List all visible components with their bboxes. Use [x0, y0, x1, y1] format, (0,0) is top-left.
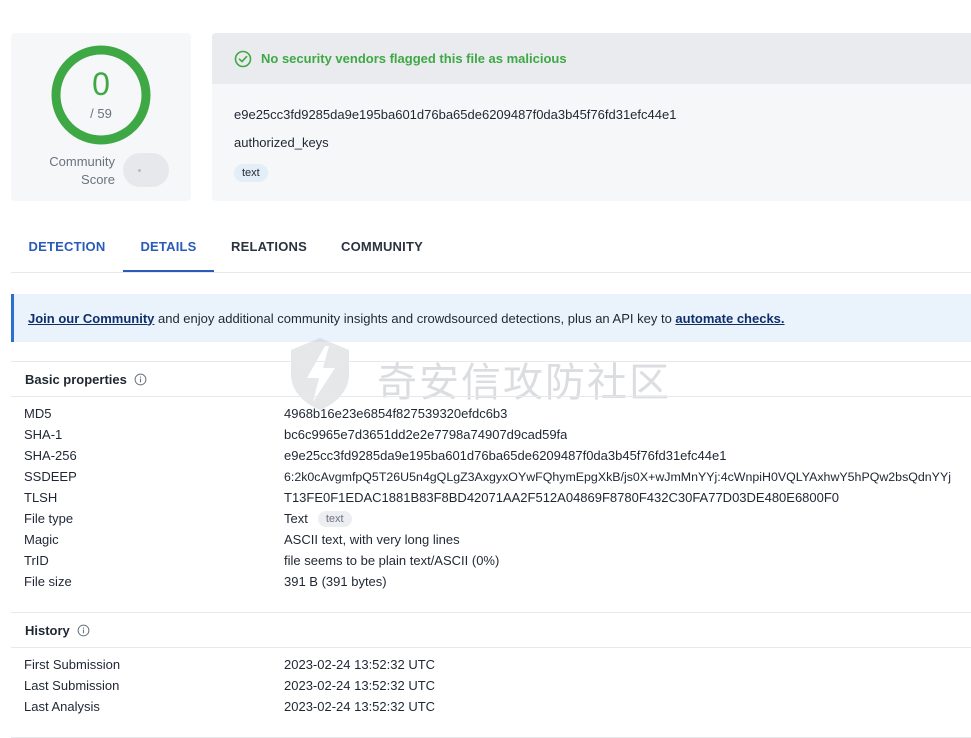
tab-details[interactable]: DETAILS: [123, 226, 214, 272]
property-key: File type: [24, 511, 74, 526]
file-name: authorized_keys: [234, 135, 329, 150]
property-key: MD5: [24, 406, 52, 421]
detection-count: 0: [92, 66, 110, 102]
history-row-last-analysis: Last Analysis 2023-02-24 13:52:32 UTC: [24, 696, 971, 717]
property-value[interactable]: e9e25cc3fd9285da9e195ba601d76ba65de62094…: [284, 448, 726, 463]
verdict-banner: No security vendors flagged this file as…: [212, 33, 971, 84]
community-vote-widget[interactable]: [123, 153, 169, 187]
property-row-md5: MD5 4968b16e23e6854f827539320efdc6b3: [24, 403, 971, 424]
report-tabs: DETECTION DETAILS RELATIONS COMMUNITY: [11, 226, 971, 273]
history-value: 2023-02-24 13:52:32 UTC: [284, 678, 436, 693]
property-value[interactable]: 4968b16e23e6854f827539320efdc6b3: [284, 406, 507, 421]
property-key: TrID: [24, 553, 49, 568]
tab-detection[interactable]: DETECTION: [21, 226, 113, 270]
community-score-label: Community Score: [49, 154, 115, 187]
basic-properties-title: Basic properties: [25, 371, 127, 387]
history-list: First Submission 2023-02-24 13:52:32 UTC…: [24, 654, 971, 717]
property-key: SHA-256: [24, 448, 77, 463]
property-row-trid: TrID file seems to be plain text/ASCII (…: [24, 550, 971, 571]
property-value: Text: [284, 511, 308, 526]
file-summary-card: No security vendors flagged this file as…: [212, 33, 971, 201]
basic-properties-header: Basic properties: [11, 361, 971, 397]
join-community-banner: Join our Community and enjoy additional …: [11, 294, 971, 342]
property-key: TLSH: [24, 490, 58, 505]
property-row-magic: Magic ASCII text, with very long lines: [24, 529, 971, 550]
verdict-message: No security vendors flagged this file as…: [261, 51, 567, 66]
property-value: file seems to be plain text/ASCII (0%): [284, 553, 500, 568]
property-key: File size: [24, 574, 72, 589]
history-key: Last Submission: [24, 678, 120, 693]
join-community-link[interactable]: Join our Community: [28, 311, 154, 326]
property-value[interactable]: bc6c9965e7d3651dd2e2e7798a74907d9cad59fa: [284, 427, 567, 442]
property-key: SHA-1: [24, 427, 63, 442]
property-key: SSDEEP: [24, 469, 77, 484]
history-key: First Submission: [24, 657, 121, 672]
tab-community[interactable]: COMMUNITY: [336, 226, 428, 270]
info-icon[interactable]: [134, 373, 147, 386]
history-value: 2023-02-24 13:52:32 UTC: [284, 657, 436, 672]
file-hash[interactable]: e9e25cc3fd9285da9e195ba601d76ba65de62094…: [234, 107, 676, 122]
property-row-file-size: File size 391 B (391 bytes): [24, 571, 971, 592]
property-row-ssdeep: SSDEEP 6:2k0cAvgmfpQ5T26U5n4gQLgZ3AxgyxO…: [24, 466, 971, 487]
property-row-tlsh: TLSH T13FE0F1EDAC1881B83F8BD42071AA2F512…: [24, 487, 971, 508]
tab-relations[interactable]: RELATIONS: [223, 226, 315, 270]
basic-properties-list: MD5 4968b16e23e6854f827539320efdc6b3 SHA…: [24, 403, 971, 592]
info-icon[interactable]: [77, 624, 90, 637]
property-value[interactable]: 6:2k0cAvgmfpQ5T26U5n4gQLgZ3AxgyxOYwFQhym…: [284, 470, 951, 484]
property-value: 391 B (391 bytes): [284, 574, 387, 589]
join-banner-text: and enjoy additional community insights …: [154, 310, 676, 326]
property-key: Magic: [24, 532, 59, 547]
check-circle-icon: [234, 50, 252, 67]
property-value[interactable]: T13FE0F1EDAC1881B83F8BD42071AA2F512A0486…: [284, 490, 839, 505]
history-row-first-submission: First Submission 2023-02-24 13:52:32 UTC: [24, 654, 971, 675]
property-row-sha1: SHA-1 bc6c9965e7d3651dd2e2e7798a74907d9c…: [24, 424, 971, 445]
history-header: History: [11, 612, 971, 648]
property-row-file-type: File type Text text: [24, 508, 971, 529]
automate-checks-link[interactable]: automate checks.: [675, 311, 784, 326]
history-value: 2023-02-24 13:52:32 UTC: [284, 699, 436, 714]
history-row-last-submission: Last Submission 2023-02-24 13:52:32 UTC: [24, 675, 971, 696]
history-key: Last Analysis: [24, 699, 100, 714]
history-title: History: [25, 622, 70, 638]
file-type-tag[interactable]: text: [234, 164, 268, 182]
property-value: ASCII text, with very long lines: [284, 532, 460, 547]
engine-total: / 59: [90, 106, 112, 121]
file-type-chip[interactable]: text: [317, 510, 352, 527]
community-score-card: 0 / 59 Community Score: [11, 33, 191, 201]
property-row-sha256: SHA-256 e9e25cc3fd9285da9e195ba601d76ba6…: [24, 445, 971, 466]
